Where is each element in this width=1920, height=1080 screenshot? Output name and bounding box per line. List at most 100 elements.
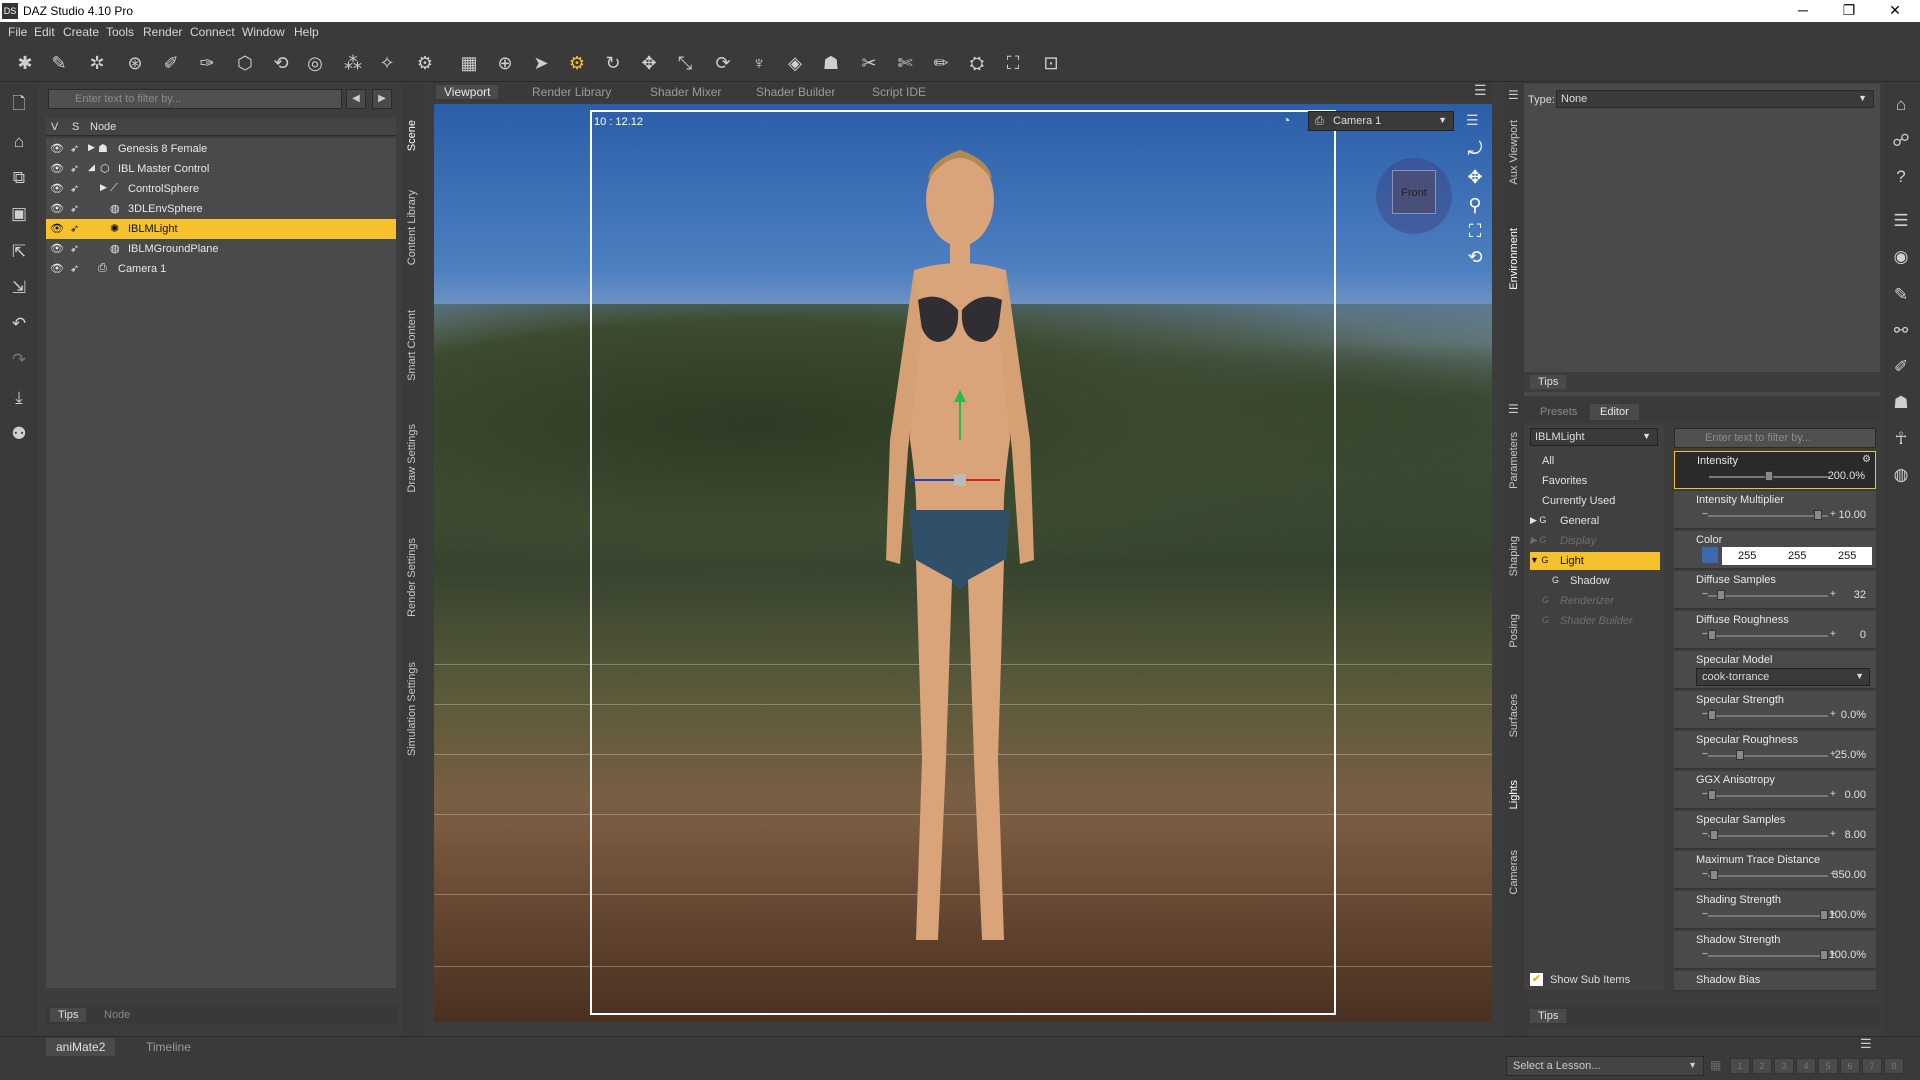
viewport-menu-icon[interactable]: ☰	[1474, 82, 1487, 99]
eye-icon[interactable]: 👁	[50, 222, 64, 235]
group-shadow[interactable]: G Shadow	[1530, 572, 1660, 590]
brush-icon[interactable]: ✎	[1888, 282, 1914, 308]
prop-slider-knob[interactable]	[1708, 630, 1716, 640]
color-blue-value[interactable]: 255	[1838, 550, 1856, 562]
pointer-icon[interactable]: ➶	[70, 262, 79, 275]
home-icon[interactable]: ⌂	[1888, 92, 1914, 118]
menu-help[interactable]: Help	[294, 25, 319, 39]
prop-shadow-bias[interactable]: Shadow Bias	[1674, 971, 1876, 991]
prop-slider-knob[interactable]	[1708, 710, 1716, 720]
import-icon[interactable]: ⇲	[7, 276, 31, 300]
new-scene-icon[interactable]: 🗋	[7, 92, 31, 116]
expand-icon[interactable]: ▶	[88, 142, 95, 153]
node-select[interactable]: IBLMLight ▼	[1530, 428, 1658, 446]
menu-tools[interactable]: Tools	[106, 25, 134, 39]
eye-icon[interactable]: 👁	[50, 162, 64, 175]
plus-icon[interactable]: +	[1830, 789, 1836, 800]
prop-slider-track[interactable]	[1708, 715, 1828, 717]
group-renderizer[interactable]: G Renderizer	[1530, 592, 1660, 610]
prop-slider-knob[interactable]	[1716, 590, 1725, 600]
group-favorites[interactable]: Favorites	[1530, 472, 1660, 490]
prop-slider-knob[interactable]	[1736, 750, 1744, 760]
menu-file[interactable]: File	[8, 25, 27, 39]
prop-slider-knob[interactable]	[1820, 950, 1828, 960]
tab-tips[interactable]: Tips	[1530, 375, 1567, 389]
scale-tool-icon[interactable]: ⤡	[672, 50, 698, 76]
prop-slider-track[interactable]	[1708, 755, 1828, 757]
tab-render-library[interactable]: Render Library	[524, 85, 619, 99]
visibility-column-header[interactable]: V	[51, 121, 58, 133]
transform-tool-icon[interactable]: ✎	[46, 50, 72, 76]
prop-specular-roughness[interactable]: Specular Roughness − + 25.0%	[1674, 731, 1876, 769]
expand-icon[interactable]: ▶	[100, 182, 107, 193]
group-light[interactable]: ▼ G Light	[1530, 552, 1660, 570]
prop-slider-track[interactable]	[1708, 515, 1828, 517]
menu-window[interactable]: Window	[242, 25, 285, 39]
lesson-step-1[interactable]: 1	[1730, 1058, 1750, 1074]
redo-icon[interactable]: ↷	[7, 348, 31, 372]
scene-filter-input[interactable]: Enter text to filter by...	[48, 89, 342, 109]
color-green-value[interactable]: 255	[1788, 550, 1806, 562]
eye-icon[interactable]: 👁	[50, 242, 64, 255]
minimize-button[interactable]: ─	[1780, 0, 1826, 22]
prop-slider-knob[interactable]	[1710, 830, 1719, 840]
environment-type-select[interactable]: None ▼	[1556, 90, 1874, 108]
lesson-step-5[interactable]: 5	[1818, 1058, 1838, 1074]
weight-map-icon[interactable]: ◎	[302, 50, 328, 76]
figure-icon[interactable]: ☗	[1888, 390, 1914, 416]
pointer-icon[interactable]: ➶	[70, 222, 79, 235]
render-camera-icon[interactable]: ⊡	[1038, 50, 1064, 76]
save-icon[interactable]: ▣	[7, 202, 31, 226]
eye-icon[interactable]: 👁	[50, 142, 64, 155]
vtab-render-settings[interactable]: Render Settings	[406, 538, 418, 617]
menu-connect[interactable]: Connect	[190, 25, 235, 39]
eye-icon[interactable]: 👁	[50, 182, 64, 195]
prop-intensity-multiplier[interactable]: Intensity Multiplier − + 10.00	[1674, 491, 1876, 529]
node-row-ground-plane[interactable]: 👁 ➶ ◍ IBLMGroundPlane	[46, 239, 396, 259]
tab-shader-builder[interactable]: Shader Builder	[748, 85, 843, 99]
vtab-environment[interactable]: Environment	[1508, 228, 1520, 290]
plus-icon[interactable]: +	[1830, 589, 1836, 600]
open-icon[interactable]: ⌂	[7, 130, 31, 154]
pointer-icon[interactable]: ➶	[70, 202, 79, 215]
pointer-icon[interactable]: ➶	[70, 162, 79, 175]
prop-slider-track[interactable]	[1708, 595, 1828, 597]
vtab-shaping[interactable]: Shaping	[1508, 536, 1520, 576]
select-tool-icon[interactable]: ➤	[528, 50, 554, 76]
vtab-aux-viewport[interactable]: Aux Viewport	[1508, 120, 1520, 185]
pointer-icon[interactable]: ➶	[70, 182, 79, 195]
undo-icon[interactable]: ↶	[7, 312, 31, 336]
plus-icon[interactable]: +	[1830, 509, 1836, 520]
node-selection-icon[interactable]: ⚙	[564, 50, 590, 76]
property-filter-input[interactable]: Enter text to filter by...	[1674, 428, 1876, 448]
node-column-header[interactable]: Node	[90, 121, 116, 133]
node-row-iblmlight[interactable]: 👁 ➶ ✺ IBLMLight	[46, 219, 396, 239]
mesh-tool-icon[interactable]: ⛶	[1000, 50, 1026, 76]
plus-icon[interactable]: +	[1830, 829, 1836, 840]
minus-icon[interactable]: −	[1702, 949, 1708, 960]
scene-tool-icon[interactable]: ✱	[12, 50, 38, 76]
polygon-group-icon[interactable]: ⬡	[232, 50, 258, 76]
joint-editor-icon[interactable]: ✲	[84, 50, 110, 76]
prop-slider-knob[interactable]	[1765, 471, 1773, 481]
lesson-step-7[interactable]: 7	[1862, 1058, 1882, 1074]
frame-icon[interactable]: ⛶	[1462, 218, 1488, 244]
plus-icon[interactable]: +	[1830, 629, 1836, 640]
prop-value[interactable]: 32	[1854, 589, 1866, 601]
tab-shader-mixer[interactable]: Shader Mixer	[642, 85, 729, 99]
minus-icon[interactable]: −	[1702, 869, 1708, 880]
prop-ggx-anisotropy[interactable]: GGX Anisotropy − + 0.00	[1674, 771, 1876, 809]
tab-tips[interactable]: Tips	[1530, 1009, 1567, 1023]
prop-value[interactable]: 100.0%	[1829, 949, 1866, 961]
prop-options-icon[interactable]: ⚙	[1862, 454, 1871, 465]
minus-icon[interactable]: −	[1702, 629, 1708, 640]
edit-tool-icon[interactable]: ✏	[928, 50, 954, 76]
menu-edit[interactable]: Edit	[34, 25, 55, 39]
prop-value[interactable]: 8.00	[1845, 829, 1866, 841]
prop-slider-track[interactable]	[1708, 955, 1828, 957]
face-tool-icon[interactable]: ◈	[782, 50, 808, 76]
vtab-cameras[interactable]: Cameras	[1508, 850, 1520, 895]
tab-timeline[interactable]: Timeline	[136, 1038, 201, 1056]
universal-tool-icon[interactable]: ⊕	[492, 50, 518, 76]
viewport-options-icon[interactable]: ☰	[1466, 112, 1479, 129]
